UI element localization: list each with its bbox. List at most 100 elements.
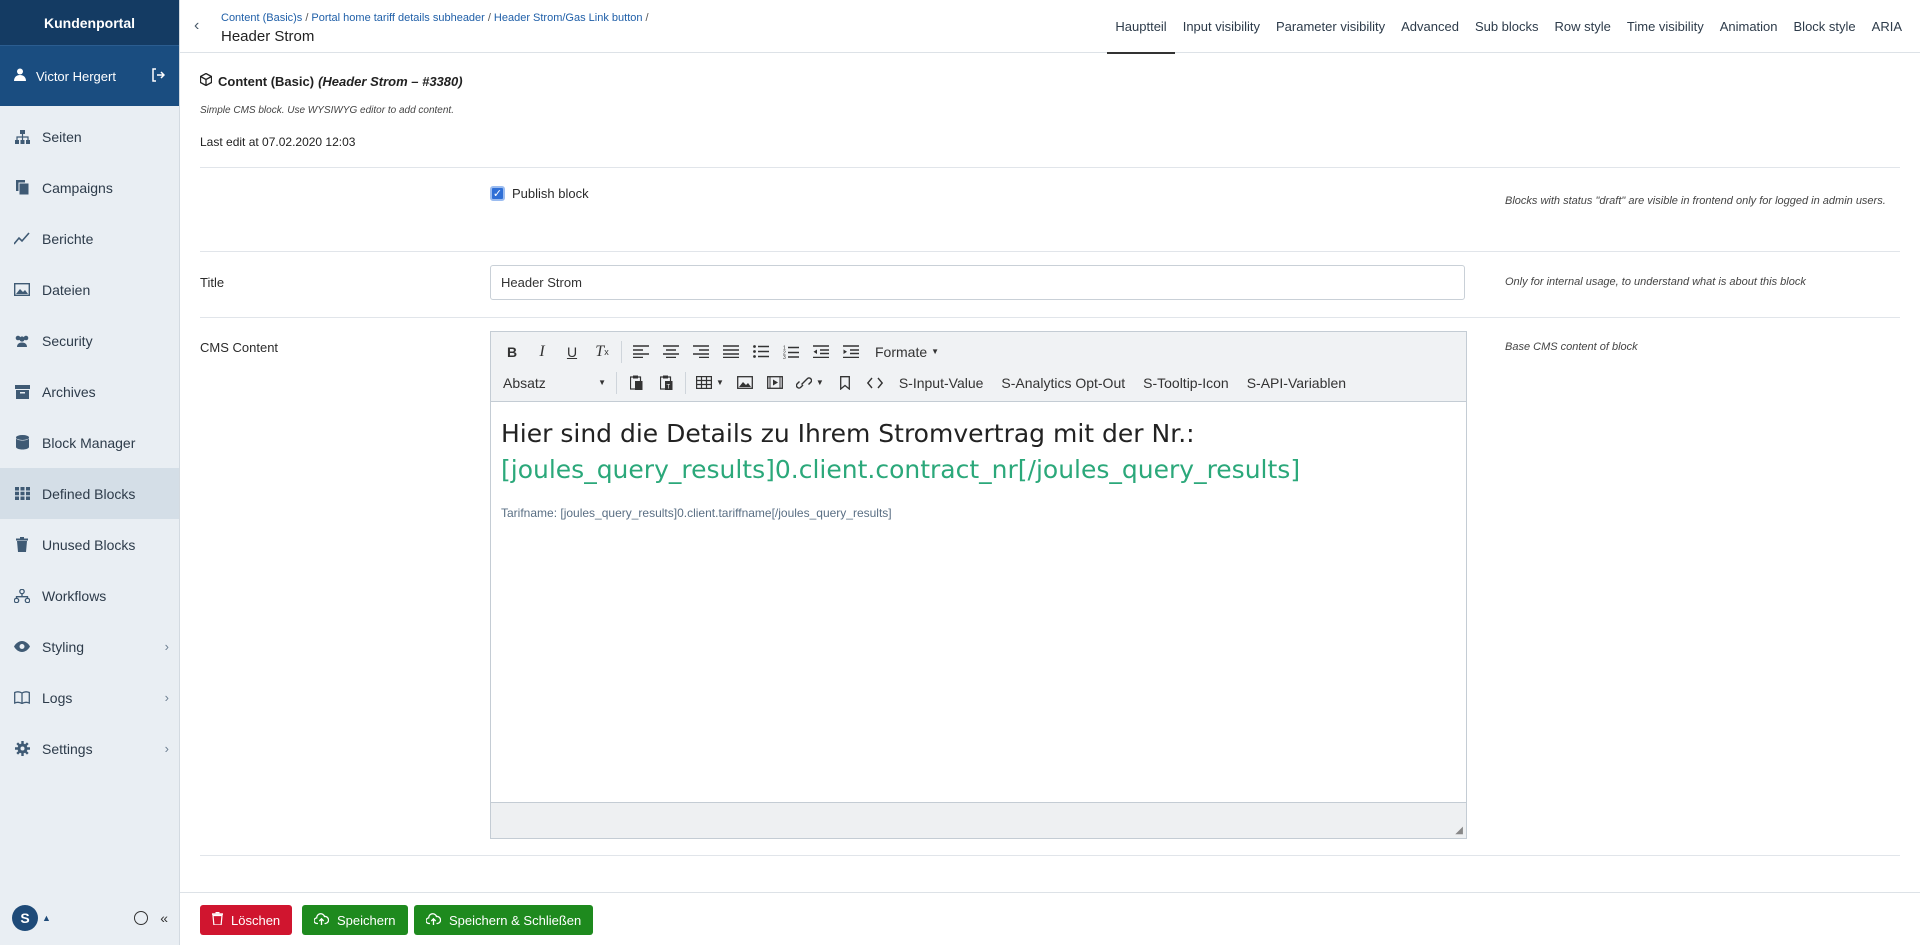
chevron-right-icon: › — [164, 639, 169, 654]
sidebar-item-dateien[interactable]: Dateien — [0, 264, 179, 315]
cms-content-label: CMS Content — [200, 340, 279, 355]
tab-aria[interactable]: ARIA — [1864, 0, 1910, 53]
s-input-value-button[interactable]: S-Input-Value — [890, 370, 993, 396]
numbered-list-icon[interactable]: 123 — [776, 339, 806, 365]
user-name[interactable]: Victor Hergert — [36, 69, 151, 84]
insert-media-icon[interactable] — [760, 370, 790, 396]
source-code-icon[interactable] — [860, 370, 890, 396]
sidebar-item-logs[interactable]: Logs › — [0, 672, 179, 723]
clear-format-icon[interactable]: Tx — [587, 339, 617, 365]
wysiwyg-editor: B I U Tx 123 Formate ▼ Absatz ▼ T ▼ ▼ S-… — [490, 331, 1467, 839]
sidebar-item-label: Dateien — [42, 281, 91, 298]
formate-dropdown[interactable]: Formate ▼ — [866, 339, 948, 365]
s-tooltip-icon-button[interactable]: S-Tooltip-Icon — [1134, 370, 1238, 396]
insert-image-icon[interactable] — [730, 370, 760, 396]
sidebar-item-unused-blocks[interactable]: Unused Blocks — [0, 519, 179, 570]
breadcrumb-link[interactable]: Portal home tariff details subheader — [311, 12, 484, 24]
tab-input-visibility[interactable]: Input visibility — [1175, 0, 1268, 53]
align-justify-icon[interactable] — [716, 339, 746, 365]
database-icon — [14, 435, 30, 451]
breadcrumb-link[interactable]: Content (Basic)s — [221, 12, 302, 24]
caret-down-icon: ▼ — [931, 347, 940, 356]
sidebar-item-archives[interactable]: Archives — [0, 366, 179, 417]
s-api-variablen-button[interactable]: S-API-Variablen — [1238, 370, 1355, 396]
outdent-icon[interactable] — [806, 339, 836, 365]
sidebar-item-security[interactable]: Security — [0, 315, 179, 366]
underline-icon[interactable]: U — [557, 339, 587, 365]
sidebar-item-defined-blocks[interactable]: Defined Blocks — [0, 468, 179, 519]
sidebar-item-berichte[interactable]: Berichte — [0, 213, 179, 264]
align-left-icon[interactable] — [626, 339, 656, 365]
svg-text:3: 3 — [783, 355, 786, 359]
italic-icon[interactable]: I — [527, 339, 557, 365]
collapse-sidebar-icon[interactable]: « — [160, 910, 168, 926]
sidebar-item-block-manager[interactable]: Block Manager — [0, 417, 179, 468]
breadcrumb-link[interactable]: Header Strom/Gas Link button — [494, 12, 643, 24]
chart-line-icon — [14, 231, 30, 247]
sidebar-item-settings[interactable]: Settings › — [0, 723, 179, 774]
caret-up-icon[interactable]: ▲ — [42, 913, 51, 923]
sidebar-item-label: Berichte — [42, 230, 94, 247]
paste-text-icon[interactable]: T — [651, 370, 681, 396]
title-label: Title — [200, 275, 225, 290]
publish-checkbox[interactable]: ✓ — [490, 186, 505, 201]
link-icon[interactable]: ▼ — [790, 370, 830, 396]
trash-icon — [212, 912, 223, 928]
sidebar-footer: S ▲ « — [0, 890, 180, 945]
sidebar-item-label: Defined Blocks — [42, 485, 136, 502]
paragraph-format-select[interactable]: Absatz ▼ — [497, 370, 612, 396]
bullet-list-icon[interactable] — [746, 339, 776, 365]
tab-animation[interactable]: Animation — [1712, 0, 1786, 53]
table-icon[interactable]: ▼ — [690, 370, 730, 396]
resize-handle-icon[interactable]: ◢ — [1455, 825, 1463, 836]
delete-button[interactable]: Löschen — [200, 905, 293, 935]
breadcrumb: Content (Basic)s / Portal home tariff deta… — [221, 12, 649, 24]
circle-status-icon[interactable] — [134, 910, 149, 925]
tab-sub-blocks[interactable]: Sub blocks — [1467, 0, 1547, 53]
grid-icon — [14, 486, 30, 502]
sidebar-item-styling[interactable]: Styling › — [0, 621, 179, 672]
last-edit: Last edit at 07.02.2020 12:03 — [200, 135, 356, 149]
s-analytics-opt-out-button[interactable]: S-Analytics Opt-Out — [992, 370, 1134, 396]
logout-icon[interactable] — [151, 67, 166, 85]
sidebar-item-workflows[interactable]: Workflows — [0, 570, 179, 621]
block-type: Content (Basic) — [218, 73, 315, 89]
sidebar-nav: Seiten Campaigns Berichte Dateien Securi… — [0, 106, 179, 774]
editor-toolbar: B I U Tx 123 Formate ▼ Absatz ▼ T ▼ ▼ S-… — [491, 332, 1466, 402]
align-center-icon[interactable] — [656, 339, 686, 365]
paste-icon[interactable] — [621, 370, 651, 396]
app-logo-icon[interactable]: S — [12, 904, 38, 931]
trash-icon — [14, 537, 30, 553]
sidebar-item-campaigns[interactable]: Campaigns — [0, 162, 179, 213]
bookmark-icon[interactable] — [830, 370, 860, 396]
bold-icon[interactable]: B — [497, 339, 527, 365]
sidebar-item-label: Archives — [42, 383, 96, 400]
tab-row-style[interactable]: Row style — [1547, 0, 1619, 53]
book-icon — [14, 690, 30, 706]
workflow-icon — [14, 588, 30, 604]
tab-time-visibility[interactable]: Time visibility — [1619, 0, 1712, 53]
editor-content-area[interactable]: Hier sind die Details zu Ihrem Stromvert… — [491, 402, 1466, 802]
cms-content-help: Base CMS content of block — [1505, 341, 1638, 353]
copy-icon — [14, 180, 30, 196]
indent-icon[interactable] — [836, 339, 866, 365]
caret-down-icon: ▼ — [598, 378, 606, 387]
content-heading: Hier sind die Details zu Ihrem Stromvert… — [501, 419, 1195, 448]
chevron-right-icon: › — [164, 690, 169, 705]
sidebar-item-seiten[interactable]: Seiten — [0, 111, 179, 162]
back-chevron-icon[interactable]: ‹ — [194, 17, 199, 35]
tab-block-style[interactable]: Block style — [1786, 0, 1864, 53]
tab-advanced[interactable]: Advanced — [1393, 0, 1467, 53]
cube-icon — [199, 72, 213, 89]
caret-down-icon: ▼ — [716, 378, 724, 387]
page-title: Header Strom — [221, 28, 315, 45]
tab-hauptteil[interactable]: Hauptteil — [1107, 0, 1176, 54]
tab-parameter-visibility[interactable]: Parameter visibility — [1268, 0, 1393, 53]
save-and-close-button[interactable]: Speichern & Schließen — [414, 905, 594, 935]
sidebar-item-label: Styling — [42, 638, 85, 655]
brand-title: Kundenportal — [0, 0, 179, 45]
align-right-icon[interactable] — [686, 339, 716, 365]
title-input[interactable] — [490, 265, 1465, 300]
save-button[interactable]: Speichern — [302, 905, 408, 935]
sidebar-item-label: Unused Blocks — [42, 536, 136, 553]
